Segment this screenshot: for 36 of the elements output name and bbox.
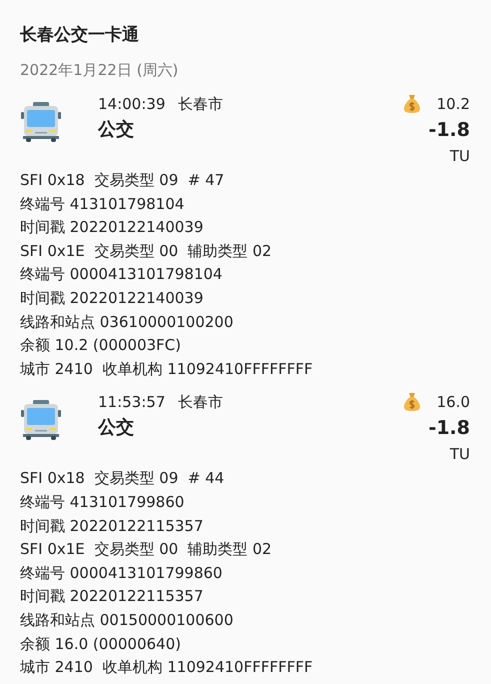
detail-line: 余额 10.2 (000003FC) [20,336,182,354]
fare-amount: -1.8 [428,119,470,141]
detail-line: 城市 2410 收单机构 11092410FFFFFFFF [20,360,313,378]
transaction-type: 公交 [98,119,134,140]
detail-line: SFI 0x1E 交易类型 00 辅助类型 02 [20,242,272,260]
detail-line: SFI 0x1E 交易类型 00 辅助类型 02 [20,540,272,558]
detail-line: SFI 0x18 交易类型 09 # 47 [20,171,224,189]
transaction-city: 长春市 [178,393,224,412]
transaction-time: 14:00:39 [98,95,166,113]
currency-unit: TU [450,147,470,165]
detail-line: 线路和站点 03610000100200 [20,312,234,331]
balance-amount: 16.0 [436,392,470,414]
date-heading: 2022年1月22日 (周六) [20,60,180,81]
transaction-time: 11:53:57 [98,393,166,412]
detail-line: 时间戳 20220122140039 [20,218,204,236]
money-bag-icon [402,392,421,412]
currency-unit: TU [450,445,470,464]
detail-line: SFI 0x18 交易类型 09 # 44 [20,469,224,488]
bus-icon [20,399,62,442]
money-bag-icon [402,94,421,114]
page-title: 长春公交一卡通 [20,24,140,47]
detail-line: 终端号 413101799860 [20,492,184,511]
balance-amount: 10.2 [436,94,470,115]
transaction-city: 长春市 [178,95,224,113]
detail-line: 终端号 0000413101799860 [20,564,222,582]
detail-line: 时间戳 20220122115357 [20,587,204,606]
detail-line: 时间戳 20220122115357 [20,516,204,535]
transaction-type: 公交 [98,417,134,438]
detail-line: 余额 16.0 (00000640) [20,634,181,652]
detail-line: 线路和站点 00150000100600 [20,610,234,629]
detail-line: 终端号 0000413101798104 [20,265,222,284]
detail-line: 城市 2410 收单机构 11092410FFFFFFFF [20,658,313,676]
detail-line: 时间戳 20220122140039 [20,288,204,307]
fare-amount: -1.8 [428,417,470,440]
bus-icon [20,101,62,143]
detail-line: 终端号 413101798104 [20,194,184,213]
